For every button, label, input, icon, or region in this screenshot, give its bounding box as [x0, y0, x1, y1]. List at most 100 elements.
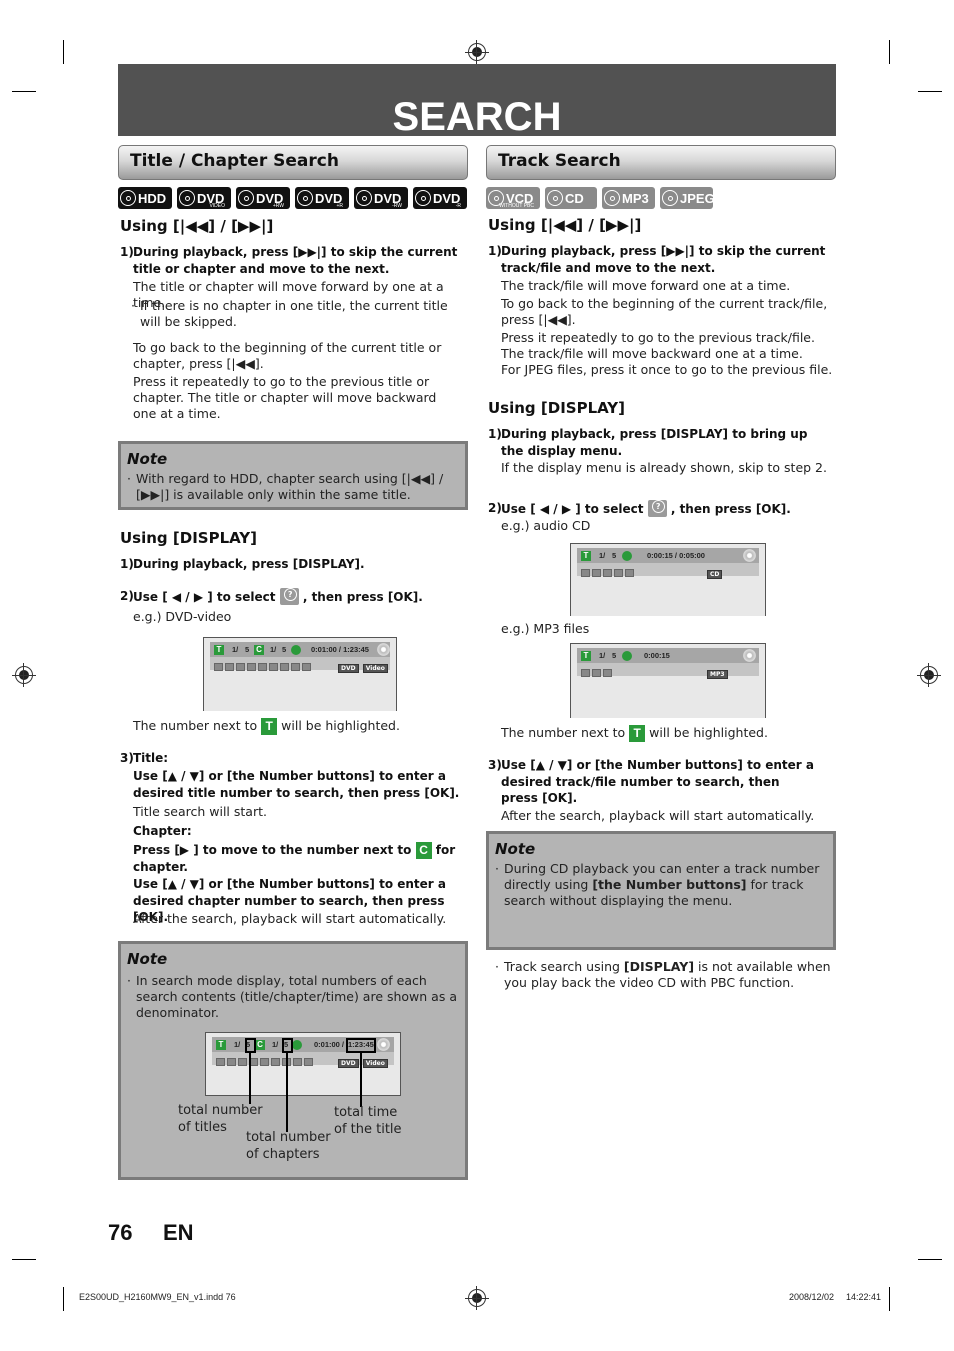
hdd-icon — [120, 190, 136, 206]
chapter-icon: C — [415, 842, 432, 859]
surround-icon — [302, 662, 311, 671]
search-mode-icon — [279, 588, 299, 605]
note-bullet-2: Track search using [DISPLAY] is not avai… — [495, 959, 831, 991]
section-title: Title / Chapter Search — [130, 151, 339, 171]
dvd-video-badge: DVD VIDEO — [177, 187, 231, 209]
note-box: Note During CD playback you can enter a … — [486, 831, 836, 990]
title-icon: T — [216, 1040, 226, 1050]
osd-screen-cd: T 1/ 5 0:00:15 / 0:05:00 CD — [570, 543, 766, 616]
track-icon: T — [629, 725, 646, 742]
registration-mark-icon — [12, 663, 36, 687]
dvd-plus-r-badge: DVD +R — [295, 187, 349, 209]
disc-icon — [662, 190, 678, 206]
step-3-chapter-instruction: Press [▶ ] to move to the number next to… — [133, 842, 456, 874]
title-number: 1/ — [232, 645, 239, 654]
hdd-badge: HDD — [118, 187, 172, 209]
crop-mark — [63, 1287, 64, 1311]
highlight-text: The number next to T will be highlighted… — [133, 718, 400, 735]
disc-icon — [356, 190, 372, 206]
track-number: 1/ — [599, 651, 606, 660]
disc-icon — [415, 190, 431, 206]
callout-line — [249, 1052, 251, 1104]
disc-icon — [547, 190, 563, 206]
crop-mark — [918, 1259, 942, 1260]
note-bullet-1: During CD playback you can enter a track… — [495, 861, 831, 909]
subtitle-icon — [236, 662, 245, 671]
display-step-2: 2)Use [ ◀ / ▶ ] to select , then press [… — [120, 588, 465, 606]
heading-using-display: Using [DISPLAY] — [120, 529, 258, 547]
clock-icon — [291, 645, 301, 655]
language-label: EN — [163, 1220, 194, 1245]
clock-icon — [622, 651, 632, 661]
time-total-highlight — [346, 1038, 376, 1053]
jpeg-badge: JPEG — [660, 187, 715, 209]
osd-function-icons — [214, 659, 313, 674]
chapter-number: 1/ — [272, 1040, 279, 1049]
example-label: e.g.) DVD-video — [133, 609, 232, 624]
time-elapsed: 0:01:00 / — [314, 1040, 345, 1049]
osd-icon-bar: MP3 — [577, 663, 759, 679]
osd-status-bar: T 1/ 5 C 1/ 5 0:01:00 / 1:23:45 — [210, 642, 390, 657]
step-3-after: After the search, playback will start au… — [133, 911, 447, 926]
chapter-total-highlight — [282, 1038, 293, 1053]
footer-filename: E2S00UD_H2160MW9_EN_v1.indd 76 — [79, 1292, 236, 1302]
marker-icon — [269, 662, 278, 671]
repeat-icon — [258, 662, 267, 671]
media-badges: VCD WITHOUT PBC CD MP3 JPEG — [486, 187, 715, 209]
osd-function-icons — [216, 1054, 315, 1069]
osd-screen-dvd: T 1/ 5 C 1/ 5 0:01:00 / 1:23:45 DVD Vide… — [203, 637, 397, 711]
line-1: The track/file will move forward one at … — [501, 278, 791, 293]
osd-function-icons — [581, 665, 614, 680]
registration-mark-icon — [917, 663, 941, 687]
dvd-minus-rw-badge: DVD -RW — [354, 187, 408, 209]
example-mp3: e.g.) MP3 files — [501, 621, 590, 636]
section-header-title-chapter-search: Title / Chapter Search — [118, 145, 468, 180]
title-icon: T — [261, 718, 278, 735]
example-cd: e.g.) audio CD — [501, 518, 591, 533]
note-title: Note — [127, 450, 168, 468]
osd-status-bar: T 1/ 5 0:00:15 — [577, 648, 759, 663]
osd-screen-mp3: T 1/ 5 0:00:15 MP3 — [570, 643, 766, 718]
step-1: 1) During playback, press [▶▶|] to skip t… — [120, 245, 458, 276]
footer-time: 14:22:41 — [846, 1292, 882, 1302]
note-bullet: In search mode display, total numbers of… — [127, 973, 462, 1021]
step-1: 1) During playback, press [▶▶|] to skip t… — [488, 244, 826, 275]
display-step-1: 1) During playback, press [DISPLAY] to br… — [488, 427, 808, 458]
crop-mark — [63, 40, 64, 64]
crop-mark — [12, 91, 36, 92]
note-title: Note — [127, 950, 168, 968]
disc-icon — [238, 190, 254, 206]
track-icon: T — [581, 551, 591, 561]
crop-mark — [918, 91, 942, 92]
back-text: To go back to the beginning of the curre… — [133, 340, 442, 371]
display-step-3-text: After the search, playback will start au… — [501, 808, 815, 823]
search-mode-icon — [647, 500, 667, 517]
crop-mark — [889, 40, 890, 64]
time-readout: 0:00:15 / 0:05:00 — [647, 551, 705, 560]
highlight-text: The number next to T will be highlighted… — [501, 725, 768, 742]
disc-icon — [743, 549, 756, 562]
osd-media-tags: DVD Video — [338, 659, 388, 674]
display-step-1: 1) During playback, press [DISPLAY]. — [120, 557, 365, 571]
note-title: Note — [495, 840, 536, 858]
mp3-badge: MP3 — [602, 187, 655, 209]
osd-icon-bar: DVD Video — [210, 657, 390, 673]
display-step-1-text: If the display menu is already shown, sk… — [501, 460, 827, 475]
section-header-track-search: Track Search — [486, 145, 836, 180]
crop-mark — [12, 1259, 36, 1260]
media-badges: HDD DVD VIDEO DVD +RW DVD +R DVD -RW DVD -R — [118, 187, 467, 209]
osd-icon-bar: CD — [577, 563, 759, 579]
page-title: SEARCH — [392, 95, 562, 139]
heading-using-display: Using [DISPLAY] — [488, 399, 626, 417]
step-1-bullet: If there is no chapter in one title, the… — [131, 298, 466, 330]
osd-icon-bar: DVD Video — [212, 1052, 394, 1068]
osd-media-tag: MP3 — [707, 665, 728, 680]
disc-icon — [377, 643, 390, 656]
page-number: 76 — [108, 1220, 133, 1245]
track-total: 5 — [612, 651, 617, 660]
osd-status-bar: T 1/ 5 0:00:15 / 0:05:00 — [577, 548, 759, 563]
chapter-icon: C — [254, 645, 264, 655]
crop-mark — [889, 1287, 890, 1311]
disc-icon — [377, 1038, 390, 1051]
heading-using-skip: Using [|◀◀] / [▶▶|] — [120, 217, 274, 235]
